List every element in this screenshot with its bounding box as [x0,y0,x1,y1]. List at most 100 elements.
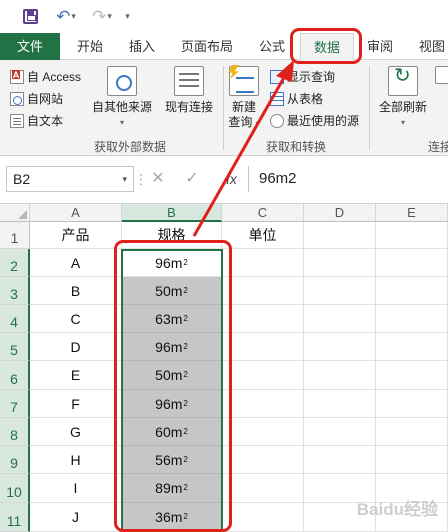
cell[interactable]: J [30,503,122,532]
save-button[interactable] [20,6,40,26]
cell[interactable]: 产品 [30,222,122,249]
column-header-d[interactable]: D [304,204,376,222]
cell[interactable] [304,361,376,390]
resize-grip[interactable]: ⋮ [134,166,148,192]
cell[interactable] [376,277,448,305]
column-header-c[interactable]: C [222,204,304,222]
cell[interactable] [222,474,304,503]
cell[interactable] [304,333,376,361]
new-query-button[interactable]: 新建 查询 ▾ [226,66,262,131]
cell[interactable]: 63m 2 [122,305,222,333]
column-header-e[interactable]: E [376,204,448,222]
cell[interactable] [376,249,448,277]
cell[interactable]: 96m 2 [122,390,222,418]
column-header-b[interactable]: B [122,204,222,222]
cell[interactable]: 36m 2 [122,503,222,532]
cell[interactable]: 96m 2 [122,333,222,361]
row-header[interactable]: 7 [0,390,30,418]
customize-toolbar-button[interactable]: ▾ [120,6,134,26]
name-box[interactable]: B2 ▾ [6,166,134,192]
cell[interactable] [222,277,304,305]
row-header[interactable]: 2 [0,249,30,277]
cell[interactable]: I [30,474,122,503]
tab-formulas[interactable]: 公式 [252,33,292,60]
from-table-button[interactable]: 从表格 [270,90,323,107]
row-header[interactable]: 1 [0,222,30,249]
tab-view[interactable]: 视图 [412,33,448,60]
cell[interactable] [222,418,304,446]
row-header[interactable]: 5 [0,333,30,361]
tab-page-layout[interactable]: 页面布局 [175,33,239,60]
undo-button[interactable]: ↶ ▾ [50,6,82,26]
cell[interactable] [222,361,304,390]
cell[interactable] [222,390,304,418]
row-header[interactable]: 9 [0,446,30,474]
cell[interactable]: C [30,305,122,333]
row-header[interactable]: 10 [0,474,30,503]
cell[interactable] [222,249,304,277]
cell[interactable]: 60m 2 [122,418,222,446]
cell[interactable]: 规格 [122,222,222,249]
cell[interactable] [376,222,448,249]
column-header-a[interactable]: A [30,204,122,222]
cell[interactable] [304,249,376,277]
redo-button[interactable]: ↷ ▾ [86,6,118,26]
row-header[interactable]: 4 [0,305,30,333]
cell[interactable] [222,446,304,474]
cell[interactable] [222,333,304,361]
recent-sources-button[interactable]: 最近使用的源 [270,112,359,129]
cell[interactable] [304,277,376,305]
cell[interactable] [304,222,376,249]
cell[interactable]: E [30,361,122,390]
cell[interactable]: B [30,277,122,305]
cell[interactable] [222,305,304,333]
cell[interactable] [376,390,448,418]
tab-review[interactable]: 审阅 [360,33,400,60]
cell[interactable] [376,333,448,361]
show-queries-button[interactable]: 显示查询 [270,68,335,85]
cell[interactable] [304,446,376,474]
from-other-sources-button[interactable]: 自其他来源 ▾ [90,66,154,130]
tab-insert[interactable]: 插入 [122,33,162,60]
from-text-button[interactable]: 自文本 [10,112,63,129]
cell[interactable]: 50m 2 [122,361,222,390]
cell[interactable]: 96m 2 [122,249,222,277]
select-all-button[interactable] [0,204,30,222]
formula-input[interactable]: 96m2 [248,166,448,192]
cell[interactable]: 50m 2 [122,277,222,305]
cell[interactable] [222,503,304,532]
chevron-down-icon: ▾ [400,118,405,127]
insert-function-button[interactable]: fx [226,166,237,192]
cell[interactable]: G [30,418,122,446]
tab-home[interactable]: 开始 [70,33,110,60]
cancel-button[interactable]: ✕ [146,166,170,192]
cell[interactable] [376,361,448,390]
cell[interactable] [304,305,376,333]
existing-connections-button[interactable]: 现有连接 [160,66,218,115]
tab-data[interactable]: 数据 [300,33,354,61]
cell[interactable]: 单位 [222,222,304,249]
cell[interactable]: F [30,390,122,418]
enter-button[interactable]: ✓ [180,166,204,192]
cell[interactable]: D [30,333,122,361]
refresh-all-button[interactable]: 全部刷新 ▾ [374,66,432,130]
row-header[interactable]: 11 [0,503,30,532]
cell[interactable] [376,446,448,474]
cell[interactable] [304,390,376,418]
worksheet-grid: A B C D E 1 产品 规格 单位 2 A 96m 2 3 B 50m 2 4 C 63m 2 5 D 96m… [0,204,448,532]
cell[interactable] [376,418,448,446]
cell[interactable]: 89m 2 [122,474,222,503]
cell[interactable]: A [30,249,122,277]
cell[interactable] [376,305,448,333]
cell[interactable]: 56m 2 [122,446,222,474]
cell[interactable]: H [30,446,122,474]
row-header[interactable]: 3 [0,277,30,305]
from-web-button[interactable]: 自网站 [10,90,63,107]
row-header[interactable]: 6 [0,361,30,390]
cell[interactable] [304,418,376,446]
connections-button[interactable] [432,66,448,88]
from-access-button[interactable]: 自 Access [10,68,81,85]
tab-file[interactable]: 文件 [0,33,60,60]
ribbon-tab-bar: 文件 开始 插入 页面布局 公式 数据 审阅 视图 [0,33,448,61]
row-header[interactable]: 8 [0,418,30,446]
